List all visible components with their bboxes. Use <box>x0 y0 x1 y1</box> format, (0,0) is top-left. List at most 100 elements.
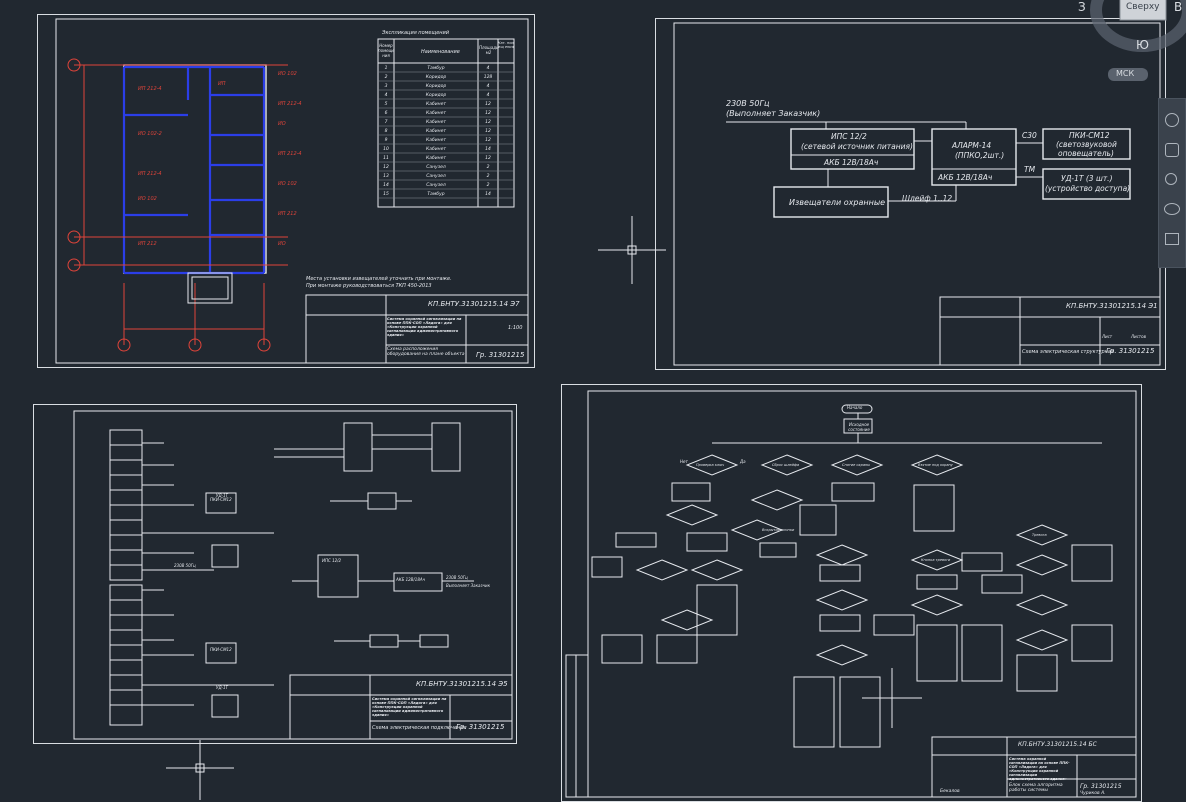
room-number: 8 <box>384 129 388 134</box>
viewcube-east[interactable]: В <box>1174 0 1182 14</box>
room-table-row: 12 Санузел 2 <box>378 163 514 172</box>
loop-label: Шлейф 1..12 <box>902 194 953 203</box>
viewcube-south[interactable]: Ю <box>1136 38 1149 52</box>
sheet3-title: Система охранной сигнализации на основе … <box>372 697 447 717</box>
room-area: 12 <box>485 102 491 107</box>
room-number: 7 <box>384 120 388 125</box>
room-name: Тамбур <box>427 192 445 197</box>
tm-label: ТМ <box>1024 165 1036 174</box>
room-area: 12 <box>485 156 491 161</box>
room-name: Коридор <box>425 75 447 80</box>
alarm-panel-battery: АКБ 12В/18Ач <box>938 173 993 182</box>
room-area: 4 <box>486 66 490 71</box>
showmotion-icon[interactable] <box>1165 233 1179 245</box>
room-name: Кабинет <box>426 138 446 143</box>
sheet3-group: Гр. 31301215 <box>456 723 505 731</box>
sheet2-sheet-label: Лист <box>1102 334 1113 339</box>
ud-device-2: УД-1Т <box>216 685 228 690</box>
room-area: 14 <box>485 147 491 152</box>
sheet4-code: КП.БНТУ.31301215.14 БС <box>1018 741 1097 748</box>
flow-initial-state: Исходное состояние <box>848 422 870 432</box>
ucs-label: МСК <box>1116 69 1135 78</box>
sheet4-signature-2: Чуриков А. <box>1080 791 1106 796</box>
room-area: 2 <box>486 174 490 179</box>
customer-note: Выполняет Заказчик <box>446 583 490 588</box>
room-area: 12 <box>485 138 491 143</box>
room-table-row: 2 Коридор 128 <box>378 73 514 82</box>
svg-text:ИО 102: ИО 102 <box>138 196 157 202</box>
ips-device: ИПС 12/2 <box>322 558 342 563</box>
alarm-panel-name: АЛАРМ-14 <box>952 141 992 150</box>
pan-icon[interactable] <box>1165 143 1179 157</box>
room-table-row: 5 Кабинет 12 <box>378 100 514 109</box>
viewcube[interactable]: Сверху З В Ю МСК <box>1046 0 1186 110</box>
ips-description: (сетевой источник питания) <box>801 142 913 151</box>
room-number: 13 <box>383 174 389 179</box>
room-name: Кабинет <box>426 111 446 116</box>
drawing-sheet-connection-diagram[interactable]: ПКИ-СМ12 ПКИ-СМ12 УД-1Т УД-1Т ИПС 12/2 А… <box>33 404 517 744</box>
room-table-row: 14 Санузел 2 <box>378 181 514 190</box>
steering-wheel-icon[interactable] <box>1165 113 1179 127</box>
flowchart-canvas[interactable] <box>562 385 1141 801</box>
sheet4-signature-1: Бекалов <box>940 789 960 794</box>
room-name: Санузел <box>426 174 446 179</box>
room-number: 1 <box>384 66 388 71</box>
room-schedule-title: Экспликация помещений <box>382 30 450 36</box>
sheet1-plan-label: Схема расположения оборудования на плане… <box>387 347 465 357</box>
svg-text:ИО: ИО <box>278 241 286 247</box>
flow-loop-reset: Сброс шлейфа <box>772 463 800 467</box>
room-area: 2 <box>486 165 490 170</box>
room-name: Тамбур <box>427 66 445 71</box>
svg-text:ИП 212-4: ИП 212-4 <box>138 171 162 177</box>
crosshair-cursor-2 <box>166 740 234 800</box>
sheet1-title: Система охранной сигнализации на основе … <box>387 317 462 337</box>
navigation-bar[interactable] <box>1158 98 1186 268</box>
svg-text:ИП 212-4: ИП 212-4 <box>138 86 162 92</box>
room-table-row: 8 Кабинет 12 <box>378 127 514 136</box>
viewcube-top-face[interactable]: Сверху <box>1126 2 1160 12</box>
room-area: 128 <box>483 75 493 80</box>
zoom-icon[interactable] <box>1165 173 1177 185</box>
pki-device-2: ПКИ-СМ12 <box>210 647 232 652</box>
ud-name: УД-1Т (3 шт.) <box>1061 174 1113 183</box>
viewcube-west[interactable]: З <box>1078 0 1086 14</box>
pki-description-2: оповещатель) <box>1058 149 1114 158</box>
room-area: 12 <box>485 129 491 134</box>
room-name: Кабинет <box>426 120 446 125</box>
connection-diagram-canvas[interactable] <box>34 405 516 743</box>
room-name: Кабинет <box>426 147 446 152</box>
drawing-sheet-floor-plan[interactable]: ИП 212-4 ИО 102-2 ИП 212-4 ИО 102 ИП 212 ИП… <box>37 14 535 368</box>
room-name: Кабинет <box>426 102 446 107</box>
room-area: 12 <box>485 120 491 125</box>
room-table-row: 9 Кабинет 12 <box>378 136 514 145</box>
orbit-icon[interactable] <box>1164 203 1180 215</box>
room-number: 9 <box>384 138 388 143</box>
room-table-rows: 1 Тамбур 4 2 Коридор 128 3 Коридор 4 4 Коридор 4 5 Ка… <box>378 64 514 199</box>
ips-battery: АКБ 12В/18Ач <box>824 158 879 167</box>
room-name: Коридор <box>425 93 447 98</box>
room-number: 10 <box>383 147 389 152</box>
sheet4-group: Гр. 31301215 <box>1080 783 1122 790</box>
crosshair-cursor-3 <box>862 668 922 728</box>
svg-text:ИП: ИП <box>218 81 226 87</box>
room-name: Кабинет <box>426 156 446 161</box>
room-name: Санузел <box>426 165 446 170</box>
room-number: 6 <box>384 111 388 116</box>
room-table-header-name: Наименование <box>421 49 460 55</box>
ud-description: (устройство доступа) <box>1045 184 1131 193</box>
drawing-sheet-flowchart[interactable]: Начало Исходное состояние Проверка ключ … <box>561 384 1142 802</box>
flow-arm: Взятие под охрану <box>918 463 953 467</box>
room-number: 2 <box>384 75 388 80</box>
room-number: 5 <box>384 102 388 107</box>
room-table-row: 4 Коридор 4 <box>378 91 514 100</box>
room-table-row: 7 Кабинет 12 <box>378 118 514 127</box>
flow-check-key: Проверка ключ <box>696 463 725 467</box>
sheet4-title: Система охранной сигнализации на основе … <box>1009 757 1070 781</box>
room-table-row: 6 Кабинет 12 <box>378 109 514 118</box>
sheet1-group: Гр. 31301215 <box>476 351 525 359</box>
room-table-row: 15 Тамбур 14 <box>378 190 514 199</box>
room-table-row: 10 Кабинет 14 <box>378 145 514 154</box>
room-number: 14 <box>383 183 389 188</box>
svg-text:ИО: ИО <box>278 121 286 127</box>
flow-alarm-button: Кнопка тревоги <box>921 558 951 562</box>
